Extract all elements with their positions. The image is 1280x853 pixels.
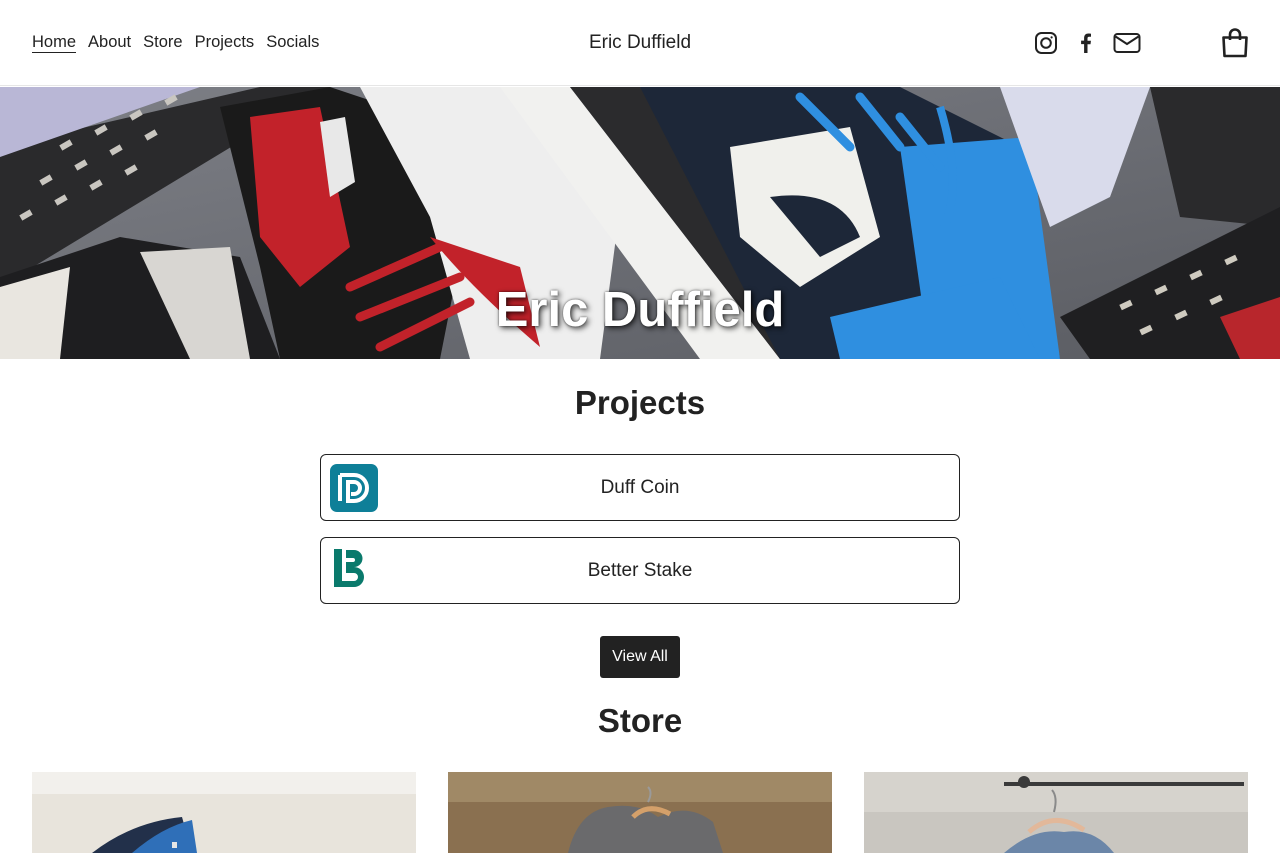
social-links <box>1033 30 1141 56</box>
mail-icon[interactable] <box>1113 30 1141 56</box>
instagram-icon[interactable] <box>1033 30 1059 56</box>
site-title-link[interactable]: Eric Duffield <box>589 32 691 53</box>
facebook-icon[interactable] <box>1073 30 1099 56</box>
project-card-better-stake[interactable]: Better Stake <box>320 537 960 604</box>
nav-home-link[interactable]: Home <box>32 32 77 53</box>
store-heading: Store <box>597 702 683 739</box>
shopping-bag-icon[interactable] <box>1219 27 1251 59</box>
projects-heading: Projects <box>574 384 706 421</box>
store-item-photo <box>32 772 416 853</box>
project-label: Duff Coin <box>600 477 680 498</box>
store-item-photo <box>864 772 1248 853</box>
nav-store-link[interactable]: Store <box>143 32 182 53</box>
view-all-button[interactable]: View All <box>600 636 680 678</box>
nav-about-link[interactable]: About <box>88 32 131 53</box>
hero-title: Eric Duffield <box>495 283 785 337</box>
store-item-image[interactable] <box>864 772 1248 853</box>
site-header: Home About Store Projects Socials Eric D… <box>0 0 1280 86</box>
store-item-image[interactable] <box>32 772 416 853</box>
project-card-duff-coin[interactable]: Duff Coin <box>320 454 960 521</box>
nav-projects-link[interactable]: Projects <box>195 32 255 53</box>
main-nav: Home About Store Projects Socials <box>32 32 319 53</box>
store-item-photo <box>448 772 832 853</box>
store-item-image[interactable] <box>448 772 832 853</box>
nav-socials-link[interactable]: Socials <box>266 32 319 53</box>
project-label: Better Stake <box>587 560 693 581</box>
hero-banner: Eric Duffield <box>0 87 1280 359</box>
